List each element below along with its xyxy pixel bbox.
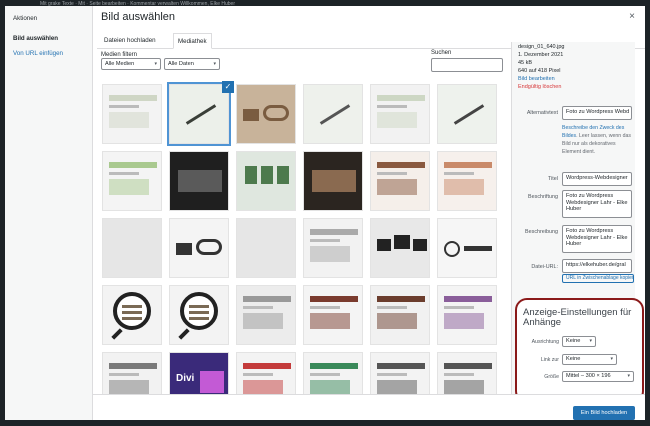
media-thumbnail[interactable] xyxy=(437,285,497,345)
attachment-date: 1. Dezember 2021 xyxy=(518,52,564,58)
media-type-select[interactable]: Alle Medien ▾ xyxy=(101,58,161,70)
alignment-select[interactable]: Keine ▾ xyxy=(562,336,596,347)
media-thumbnail[interactable] xyxy=(236,84,296,144)
media-type-value: Alle Medien xyxy=(105,61,135,67)
alignment-value: Keine xyxy=(566,338,581,344)
selected-check-icon[interactable]: ✓ xyxy=(222,81,234,93)
caption-label: Beschriftung xyxy=(528,194,558,200)
media-thumbnail[interactable] xyxy=(437,218,497,278)
media-thumbnail[interactable]: Divi xyxy=(169,352,229,394)
size-select[interactable]: Mittel – 300 × 196 ▾ xyxy=(562,371,634,382)
file-url-label: Datei-URL: xyxy=(531,264,558,270)
link-to-value: Keine xyxy=(566,356,581,362)
media-thumbnail[interactable] xyxy=(303,352,363,394)
media-menu: Aktionen Bild auswählen Von URL einfügen xyxy=(5,6,93,420)
chevron-down-icon: ▾ xyxy=(213,61,216,67)
media-thumbnail[interactable] xyxy=(437,352,497,394)
close-icon[interactable]: × xyxy=(629,11,635,22)
alt-text-help: Beschreibe den Zweck des Bildes. Leer la… xyxy=(562,124,634,156)
media-thumbnail[interactable] xyxy=(303,218,363,278)
description-label: Beschreibung xyxy=(525,229,558,235)
media-thumbnail[interactable] xyxy=(169,285,229,345)
copy-url-button[interactable]: URL in Zwischenablage kopieren xyxy=(562,274,634,283)
modal-title: Bild auswählen xyxy=(101,11,175,23)
attachment-dimensions: 640 auf 418 Pixel xyxy=(518,68,561,74)
media-thumbnail[interactable] xyxy=(236,218,296,278)
title-label: Titel xyxy=(548,176,558,182)
search-label: Suchen xyxy=(431,50,452,56)
media-thumbnail[interactable] xyxy=(370,218,430,278)
divi-label: Divi xyxy=(176,373,195,384)
link-to-select[interactable]: Keine ▾ xyxy=(562,354,617,365)
media-thumbnail[interactable] xyxy=(102,151,162,211)
media-thumbnail[interactable] xyxy=(102,285,162,345)
delete-permanently-link[interactable]: Endgültig löschen xyxy=(518,84,561,90)
alt-text-field[interactable]: Foto zu Wordpress Webd xyxy=(562,106,632,120)
media-thumbnail[interactable] xyxy=(169,218,229,278)
media-thumbnail[interactable] xyxy=(303,84,363,144)
attachment-filename: design_01_640.jpg xyxy=(518,44,565,50)
insert-image-button[interactable]: Ein Bild hochladen xyxy=(573,406,635,420)
media-grid: Divi xyxy=(100,82,504,394)
media-thumbnail[interactable] xyxy=(370,285,430,345)
media-thumbnail[interactable] xyxy=(437,151,497,211)
display-settings-heading: Anzeige-Einstellungen für Anhänge xyxy=(523,307,632,328)
media-thumbnail[interactable] xyxy=(303,285,363,345)
display-settings-panel: Anzeige-Einstellungen für Anhänge Ausric… xyxy=(515,298,644,403)
media-thumbnail[interactable] xyxy=(102,218,162,278)
media-thumbnail[interactable] xyxy=(236,151,296,211)
size-label: Größe xyxy=(544,374,559,380)
menu-actions-label: Aktionen xyxy=(13,15,38,22)
media-thumbnail[interactable] xyxy=(167,82,231,146)
media-thumbnail[interactable] xyxy=(370,84,430,144)
media-thumbnail[interactable] xyxy=(102,84,162,144)
caption-field[interactable]: Foto zu Wordpress Webdesigner Lahr - Elk… xyxy=(562,190,632,218)
size-value: Mittel – 300 × 196 xyxy=(566,373,611,379)
modal-footer: Ein Bild hochladen xyxy=(93,394,645,420)
media-thumbnail[interactable] xyxy=(236,285,296,345)
attachment-size: 45 kB xyxy=(518,60,533,66)
chevron-down-icon: ▾ xyxy=(627,373,630,379)
alignment-label: Ausrichtung xyxy=(531,339,559,345)
alt-text-label: Alternativtext xyxy=(526,110,558,116)
menu-item-select-image[interactable]: Bild auswählen xyxy=(5,33,92,44)
media-thumbnail[interactable] xyxy=(102,352,162,394)
media-thumbnail[interactable] xyxy=(303,151,363,211)
description-field[interactable]: Foto zu Wordpress Webdesigner Lahr - Elk… xyxy=(562,225,632,253)
tab-upload-files[interactable]: Dateien hochladen xyxy=(100,33,160,49)
menu-item-insert-from-url[interactable]: Von URL einfügen xyxy=(5,48,92,59)
file-url-field[interactable]: https://elkehuber.de/gral xyxy=(562,259,632,273)
link-to-label: Link zur xyxy=(540,357,559,363)
date-filter-value: Alle Daten xyxy=(168,61,194,67)
media-modal: Aktionen Bild auswählen Von URL einfügen… xyxy=(5,6,645,420)
media-thumbnail[interactable] xyxy=(370,151,430,211)
media-thumbnail[interactable] xyxy=(437,84,497,144)
chevron-down-icon: ▾ xyxy=(154,61,157,67)
media-thumbnail[interactable] xyxy=(169,151,229,211)
search-input[interactable] xyxy=(431,58,503,72)
media-thumbnail[interactable] xyxy=(370,352,430,394)
chevron-down-icon: ▾ xyxy=(589,338,592,344)
tab-media-library[interactable]: Mediathek xyxy=(173,33,212,49)
media-thumbnail[interactable] xyxy=(236,352,296,394)
title-field[interactable]: Wordpress-Webdesigner xyxy=(562,172,632,186)
date-filter-select[interactable]: Alle Daten ▾ xyxy=(164,58,220,70)
edit-image-link[interactable]: Bild bearbeiten xyxy=(518,76,555,82)
chevron-down-icon: ▾ xyxy=(610,356,613,362)
